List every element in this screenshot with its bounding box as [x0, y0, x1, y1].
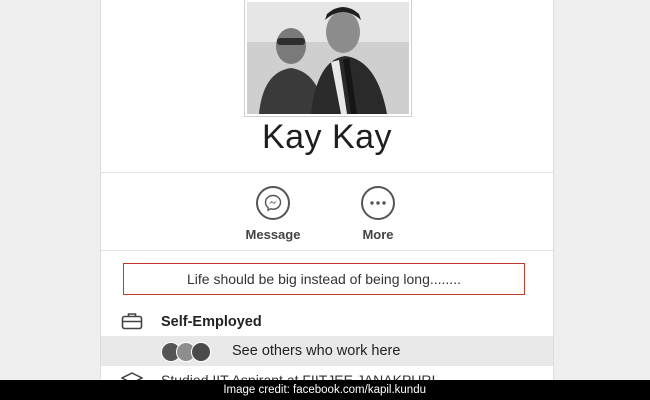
profile-photo-image [247, 2, 409, 114]
message-button[interactable]: Message [228, 186, 318, 242]
divider [101, 250, 553, 251]
profile-card: Kay Kay Message More Life should be big … [100, 0, 554, 380]
image-credit-bar: Image credit: facebook.com/kapil.kundu [0, 380, 650, 400]
background-right [552, 0, 650, 380]
education-text: Studied IIT Aspirant at FIITJEE JANAKPUR… [161, 372, 436, 380]
graduation-cap-icon [120, 372, 144, 380]
background-left [0, 0, 100, 380]
divider [101, 172, 553, 173]
work-title: Self-Employed [161, 314, 262, 330]
education-row[interactable]: Studied IIT Aspirant at FIITJEE JANAKPUR… [101, 370, 553, 380]
more-icon [361, 186, 395, 220]
message-label: Message [245, 227, 301, 242]
see-others-row[interactable]: See others who work here [101, 336, 553, 366]
bio-text: Life should be big instead of being long… [187, 271, 461, 287]
avatar [191, 342, 211, 362]
see-others-link[interactable]: See others who work here [232, 343, 400, 359]
coworker-avatars [161, 342, 211, 362]
bio-box: Life should be big instead of being long… [123, 263, 525, 295]
profile-photo[interactable] [245, 0, 411, 116]
image-credit-text: Image credit: facebook.com/kapil.kundu [223, 384, 426, 396]
work-row[interactable]: Self-Employed [101, 310, 553, 336]
messenger-icon [256, 186, 290, 220]
profile-name: Kay Kay [261, 118, 393, 156]
more-button[interactable]: More [333, 186, 423, 242]
more-label: More [362, 227, 394, 242]
briefcase-icon [121, 312, 143, 335]
